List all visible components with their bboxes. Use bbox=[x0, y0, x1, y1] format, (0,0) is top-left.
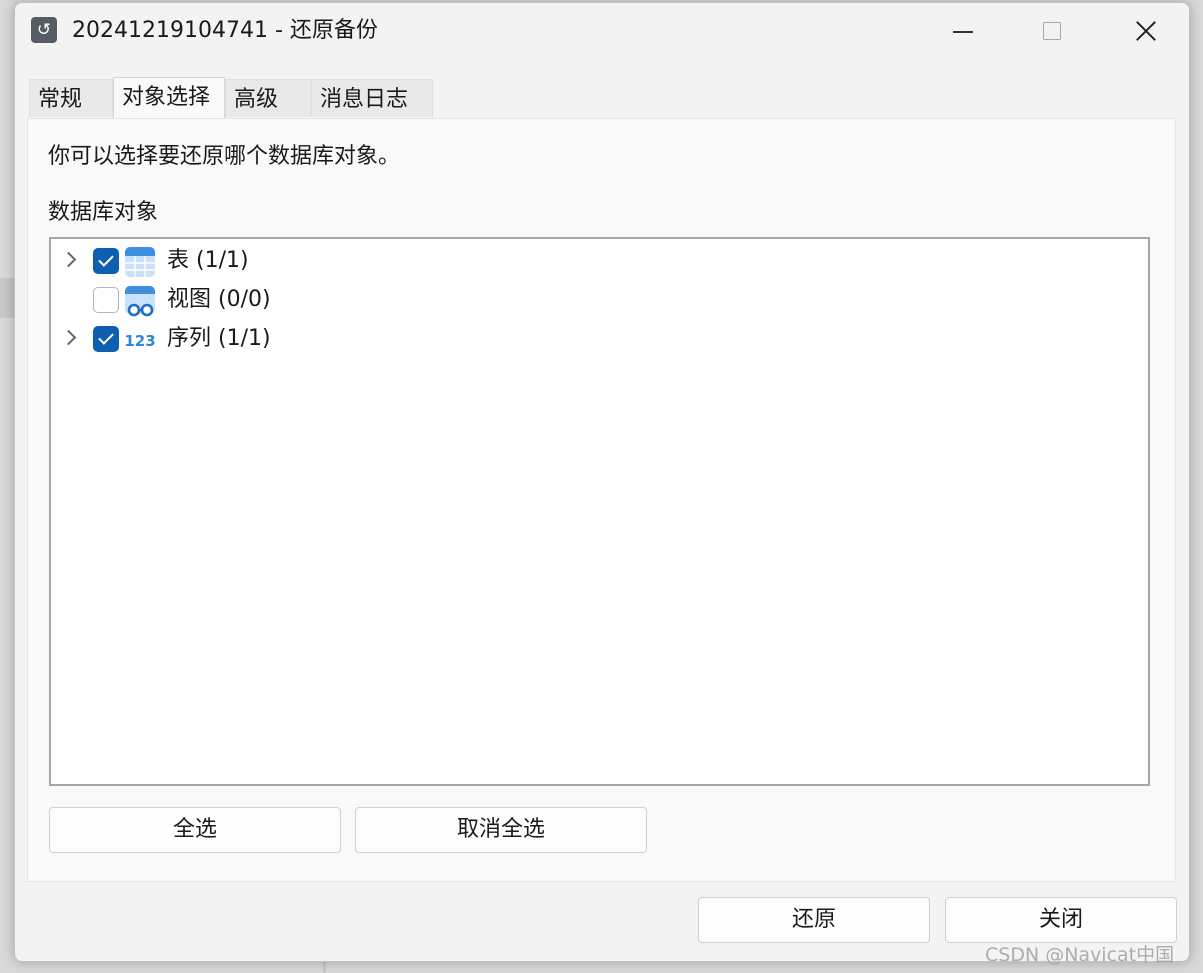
database-objects-label: 数据库对象 bbox=[48, 200, 159, 225]
restore-icon: ↺ bbox=[31, 17, 57, 43]
restore-button[interactable]: 还原 bbox=[698, 897, 930, 943]
sequences-checkbox[interactable] bbox=[93, 326, 119, 352]
background-edge bbox=[0, 278, 14, 318]
tree-row-views[interactable]: 视图 (0/0) bbox=[51, 282, 1148, 318]
tree-label-views: 视图 (0/0) bbox=[167, 287, 271, 312]
panel-description: 你可以选择要还原哪个数据库对象。 bbox=[48, 144, 401, 169]
close-window-button[interactable] bbox=[1123, 11, 1167, 51]
tree-label-tables: 表 (1/1) bbox=[167, 248, 249, 273]
deselect-all-button[interactable]: 取消全选 bbox=[355, 807, 647, 853]
tab-message-log[interactable]: 消息日志 bbox=[311, 79, 433, 117]
maximize-button[interactable] bbox=[1031, 11, 1075, 51]
database-objects-tree[interactable]: 表 (1/1) 视图 (0/0) 123 序列 (1/1) bbox=[49, 237, 1150, 786]
table-icon bbox=[125, 247, 155, 277]
view-icon bbox=[125, 286, 155, 317]
close-button[interactable]: 关闭 bbox=[945, 897, 1177, 943]
views-checkbox[interactable] bbox=[93, 287, 119, 313]
select-all-button[interactable]: 全选 bbox=[49, 807, 341, 853]
object-selection-panel: 你可以选择要还原哪个数据库对象。 数据库对象 表 (1/1) 视图 (0/0) … bbox=[27, 118, 1176, 882]
title-bar[interactable]: ↺ 20241219104741 - 还原备份 bbox=[15, 3, 1189, 59]
sequence-icon: 123 bbox=[124, 332, 155, 350]
tab-advanced[interactable]: 高级 bbox=[225, 79, 311, 117]
tree-row-sequences[interactable]: 123 序列 (1/1) bbox=[51, 321, 1148, 357]
window-title: 20241219104741 - 还原备份 bbox=[72, 18, 378, 43]
tab-general[interactable]: 常规 bbox=[29, 79, 113, 117]
chevron-right-icon[interactable] bbox=[60, 329, 77, 346]
svg-text:123: 123 bbox=[124, 332, 155, 350]
restore-backup-dialog: ↺ 20241219104741 - 还原备份 常规 对象选择 高级 消息日志 … bbox=[14, 2, 1190, 962]
tree-label-sequences: 序列 (1/1) bbox=[167, 326, 271, 351]
tree-row-tables[interactable]: 表 (1/1) bbox=[51, 243, 1148, 279]
watermark: CSDN @Navicat中国 bbox=[985, 944, 1175, 966]
tables-checkbox[interactable] bbox=[93, 248, 119, 274]
chevron-right-icon[interactable] bbox=[60, 251, 77, 268]
tab-object-selection[interactable]: 对象选择 bbox=[113, 77, 225, 119]
minimize-button[interactable] bbox=[941, 11, 985, 51]
